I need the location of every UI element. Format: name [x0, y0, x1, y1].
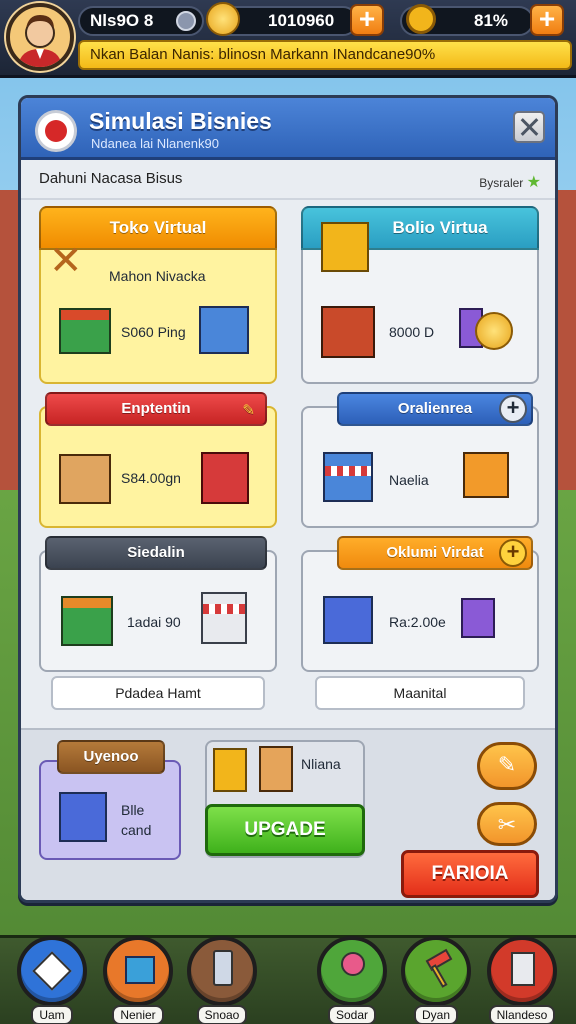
card-enptentin-title: Enptentin	[121, 400, 191, 417]
card-bolio-value: 8000 D	[389, 324, 435, 340]
card-toko-line1: Mahon Nivacka	[109, 268, 206, 284]
nav-item-4[interactable]: Sodar	[314, 936, 390, 1024]
nav-item-6[interactable]: Nlandeso	[484, 936, 560, 1024]
card-oklumi-value: Ra:2.00e	[389, 614, 446, 630]
coins-value: 1010960	[268, 11, 335, 30]
card-uyenoo-title: Uyenoo	[83, 748, 139, 765]
hammer-nav-icon	[401, 936, 471, 1006]
section-filter-label: Bysraler	[479, 176, 524, 190]
greenshop-icon	[61, 596, 113, 646]
card-toko-value: S060 Ping	[121, 324, 186, 340]
machine-icon	[259, 746, 293, 792]
crate-icon	[213, 748, 247, 792]
card-enptentin-value: S84.00gn	[121, 470, 181, 486]
panel-subtitle: Ndanea lai Nlanenk90	[91, 136, 219, 151]
shopfront-icon	[323, 452, 373, 502]
card-siedalin-button[interactable]: Pdadea Hamt	[51, 676, 265, 710]
player-name: Nls9O 8	[90, 11, 154, 30]
player-name-pill: Nls9O 8	[78, 6, 204, 36]
gear-icon	[406, 4, 436, 34]
panel-header: Simulasi Bisnies Ndanea lai Nlanenk90	[21, 98, 555, 160]
card-enptentin-header[interactable]: Enptentin ✎	[45, 392, 267, 426]
card-upgrade-text: Nliana	[301, 756, 341, 772]
card-oklumi-button[interactable]: Maanital	[315, 676, 525, 710]
building-icon	[321, 306, 375, 358]
card-oralienrea-value: Naelia	[389, 472, 429, 488]
upgrade-button[interactable]: UPGADE	[205, 804, 365, 856]
section-filter[interactable]: Bysraler ★	[479, 172, 541, 192]
business-panel: Simulasi Bisnies Ndanea lai Nlanenk90 Da…	[18, 95, 558, 903]
nav-item-2[interactable]: Nenier	[100, 936, 176, 1024]
logo-icon	[35, 110, 77, 152]
panel-title: Simulasi Bisnies	[89, 108, 272, 134]
tower-icon	[201, 452, 249, 504]
phone-icon	[187, 936, 257, 1006]
card-oklumi-add-button[interactable]: +	[499, 539, 527, 567]
dice-icon	[17, 936, 87, 1006]
flower-icon	[317, 936, 387, 1006]
card-siedalin-value: 1adai 90	[127, 614, 181, 630]
coin-icon	[206, 2, 240, 36]
repair-tool-button[interactable]: ✂	[477, 802, 537, 846]
card-uyenoo-text2: cand	[121, 822, 152, 838]
player-avatar[interactable]	[6, 3, 74, 71]
plane-icon	[176, 11, 196, 31]
nav-label-5: Dyan	[413, 1005, 458, 1024]
card-uyenoo[interactable]: Blle cand	[39, 760, 181, 860]
cart-icon	[461, 598, 495, 638]
card-bolio-title: Bolio Virtua	[392, 218, 488, 237]
store-icon	[199, 306, 249, 354]
hammer-icon: ✕	[49, 239, 83, 283]
warehouse-icon	[59, 454, 111, 504]
card-toko-virtual[interactable]: Toko Virtual ✕ Mahon Nivacka S060 Ping	[39, 206, 277, 384]
card-oralienrea-add-button[interactable]: +	[499, 395, 527, 423]
coins-pill: 1010960	[206, 2, 358, 36]
news-banner: Nkan Balan Nanis: blinosn Markann INandc…	[78, 40, 572, 70]
bottom-nav: Uam Nenier Snoao Sodar Dyan Nlandeso	[0, 935, 576, 1024]
card-uyenoo-header[interactable]: Uyenoo	[57, 740, 165, 774]
nav-label-6: Nlandeso	[488, 1005, 556, 1024]
office-icon	[323, 596, 373, 644]
edit-icon: ✎	[242, 402, 255, 419]
hq-icon	[59, 792, 107, 842]
gems-value: 81%	[474, 11, 509, 30]
market-icon	[463, 452, 509, 498]
shop-icon	[59, 308, 111, 354]
nav-label-3: Snoao	[196, 1005, 248, 1024]
section-title: Dahuni Nacasa Bisus	[39, 170, 183, 187]
nav-label-4: Sodar	[327, 1005, 377, 1024]
card-bolio-virtua[interactable]: Bolio Virtua 8000 D	[301, 206, 539, 384]
build-tool-button[interactable]: ✎	[477, 742, 537, 790]
top-bar: Nls9O 8 1010960 + 81% + Nkan Balan Nanis…	[0, 0, 576, 78]
gold-coin-icon	[475, 312, 513, 350]
card-siedalin-title: Siedalin	[127, 544, 185, 561]
card-oralienrea-title: Oralienrea	[397, 400, 473, 417]
section-row: Dahuni Nacasa Bisus Bysraler ★	[21, 160, 555, 200]
nav-label-1: Uam	[31, 1005, 73, 1024]
nav-item-1[interactable]: Uam	[14, 936, 90, 1024]
add-gems-button[interactable]: +	[530, 4, 564, 36]
card-uyenoo-text1: Blle	[121, 802, 145, 818]
boutique-icon	[201, 592, 247, 644]
shop-nav-icon	[103, 936, 173, 1006]
add-coins-button[interactable]: +	[350, 4, 384, 36]
card-oklumi-title: Oklumi Virdat	[386, 544, 484, 561]
card-siedalin-header[interactable]: Siedalin	[45, 536, 267, 570]
close-button[interactable]	[513, 111, 545, 143]
gems-pill: 81%	[400, 4, 534, 36]
factory-icon	[321, 222, 369, 272]
nav-label-2: Nenier	[112, 1005, 164, 1024]
calculator-icon	[487, 936, 557, 1006]
nav-item-5[interactable]: Dyan	[398, 936, 474, 1024]
nav-item-3[interactable]: Snoao	[184, 936, 260, 1024]
star-icon: ★	[526, 174, 541, 191]
action-button[interactable]: FARIOIA	[401, 850, 539, 898]
